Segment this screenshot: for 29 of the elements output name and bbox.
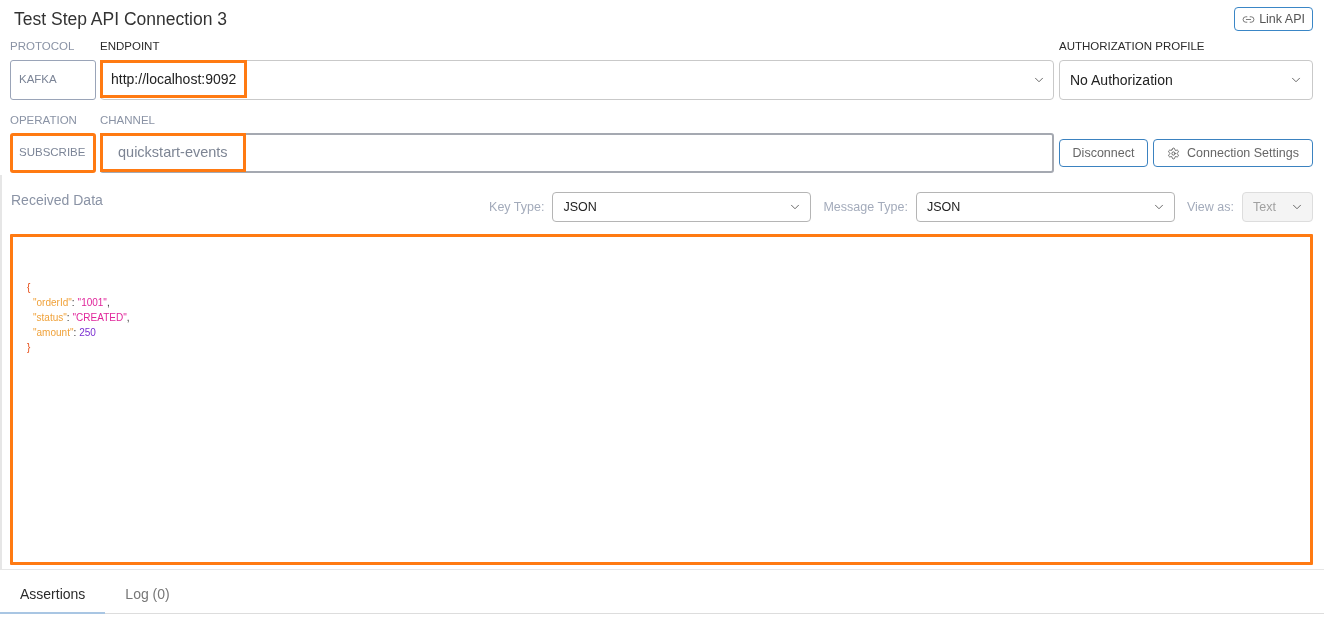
filter-label: Message Type: — [823, 198, 908, 216]
endpoint-select[interactable]: http://localhost:9092 — [100, 60, 1054, 100]
field-label: OPERATION — [10, 113, 77, 127]
code-line: { — [27, 281, 31, 295]
code-line: } — [27, 341, 31, 355]
tab[interactable]: Assertions — [0, 576, 106, 614]
code-line: "status": "CREATED", — [32, 311, 130, 325]
code-line: "amount": 250 — [32, 326, 96, 340]
tab[interactable]: Log (0) — [105, 576, 190, 614]
protocol-field: KAFKA — [10, 60, 96, 100]
page-title: Test Step API Connection 3 — [14, 7, 228, 31]
channel-value: quickstart-events — [100, 133, 246, 172]
operation-field: SUBSCRIBE — [10, 133, 96, 173]
filter-select[interactable]: JSON — [552, 192, 812, 222]
connection-button[interactable]: Disconnect — [1059, 139, 1148, 167]
filter-select[interactable]: JSON — [916, 192, 1175, 222]
field-label: ENDPOINT — [100, 39, 160, 53]
code-line: "orderId": "1001", — [32, 296, 110, 310]
filter-label: Key Type: — [489, 198, 545, 216]
connection-button[interactable]: Connection Settings — [1153, 139, 1313, 167]
settings-icon — [1167, 146, 1181, 160]
received-data-title: Received Data — [10, 192, 103, 210]
endpoint-value: http://localhost:9092 — [100, 60, 248, 98]
field-label: CHANNEL — [100, 113, 155, 127]
filter-label: View as: — [1187, 198, 1234, 216]
field-label: AUTHORIZATION PROFILE — [1059, 39, 1205, 53]
authorization-select[interactable]: No Authorization — [1059, 60, 1313, 100]
field-label: PROTOCOL — [10, 39, 75, 53]
link-api-button[interactable]: Link API — [1234, 7, 1313, 31]
